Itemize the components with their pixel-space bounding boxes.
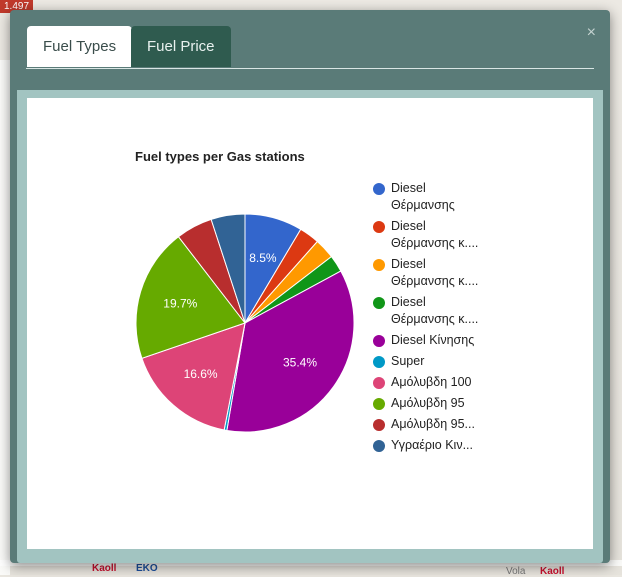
legend-item[interactable]: Diesel Κίνησης: [373, 332, 533, 349]
legend-label: Θέρμανσης κ....: [391, 312, 479, 326]
legend-swatch-icon: [373, 440, 385, 452]
legend-label: Θέρμανσης κ....: [391, 236, 479, 250]
legend-label: Αμόλυβδη 100: [391, 375, 472, 389]
legend-label: Diesel Κίνησης: [391, 333, 475, 347]
map-station-logo[interactable]: EKO: [136, 563, 158, 574]
legend-swatch-icon: [373, 297, 385, 309]
chart-legend: Diesel Θέρμανσης Diesel Θέρμανσης κ.... Dies…: [373, 180, 533, 458]
legend-label: Diesel: [391, 257, 426, 271]
chart-panel: Fuel types per Gas stations 8.5% 35.4% 16.…: [27, 98, 593, 549]
map-station-logo: Vola: [506, 566, 526, 577]
legend-item[interactable]: Αμόλυβδη 95...: [373, 416, 533, 433]
legend-item[interactable]: Diesel Θέρμανσης: [373, 180, 533, 214]
legend-item[interactable]: Αμόλυβδη 100: [373, 374, 533, 391]
modal-tabs: Fuel Types Fuel Price: [26, 26, 594, 69]
tab-fuel-types[interactable]: Fuel Types: [27, 26, 133, 67]
legend-label: Υγραέριο Κιν...: [391, 438, 473, 452]
legend-item[interactable]: Diesel Θέρμανσης κ....: [373, 294, 533, 328]
legend-swatch-icon: [373, 183, 385, 195]
legend-swatch-icon: [373, 356, 385, 368]
legend-swatch-icon: [373, 221, 385, 233]
map-station-logo[interactable]: Kaoll: [92, 563, 116, 574]
legend-label: Diesel: [391, 219, 426, 233]
legend-swatch-icon: [373, 377, 385, 389]
fuel-stats-modal: Fuel Types Fuel Price × Fuel types per G…: [10, 10, 610, 563]
close-icon[interactable]: ×: [587, 24, 596, 42]
legend-label: Super: [391, 354, 425, 368]
legend-item[interactable]: Super: [373, 353, 533, 370]
legend-label: Diesel: [391, 181, 426, 195]
legend-label: Diesel: [391, 295, 426, 309]
map-station-logo[interactable]: Kaoll: [540, 566, 564, 577]
legend-swatch-icon: [373, 259, 385, 271]
slice-percent-label: 16.6%: [184, 367, 218, 381]
slice-percent-label: 35.4%: [283, 355, 317, 369]
legend-label: Θέρμανσης: [391, 198, 455, 212]
slice-percent-label: 8.5%: [249, 251, 277, 265]
slice-percent-label: 19.7%: [163, 297, 197, 311]
tab-fuel-price[interactable]: Fuel Price: [131, 26, 231, 67]
legend-item[interactable]: Αμόλυβδη 95: [373, 395, 533, 412]
legend-swatch-icon: [373, 398, 385, 410]
legend-swatch-icon: [373, 419, 385, 431]
legend-label: Θέρμανσης κ....: [391, 274, 479, 288]
legend-item[interactable]: Υγραέριο Κιν...: [373, 437, 533, 454]
legend-item[interactable]: Diesel Θέρμανσης κ....: [373, 256, 533, 290]
legend-label: Αμόλυβδη 95...: [391, 417, 475, 431]
legend-label: Αμόλυβδη 95: [391, 396, 465, 410]
legend-item[interactable]: Diesel Θέρμανσης κ....: [373, 218, 533, 252]
tab-content-frame: Fuel types per Gas stations 8.5% 35.4% 16.…: [17, 90, 603, 563]
legend-swatch-icon: [373, 335, 385, 347]
